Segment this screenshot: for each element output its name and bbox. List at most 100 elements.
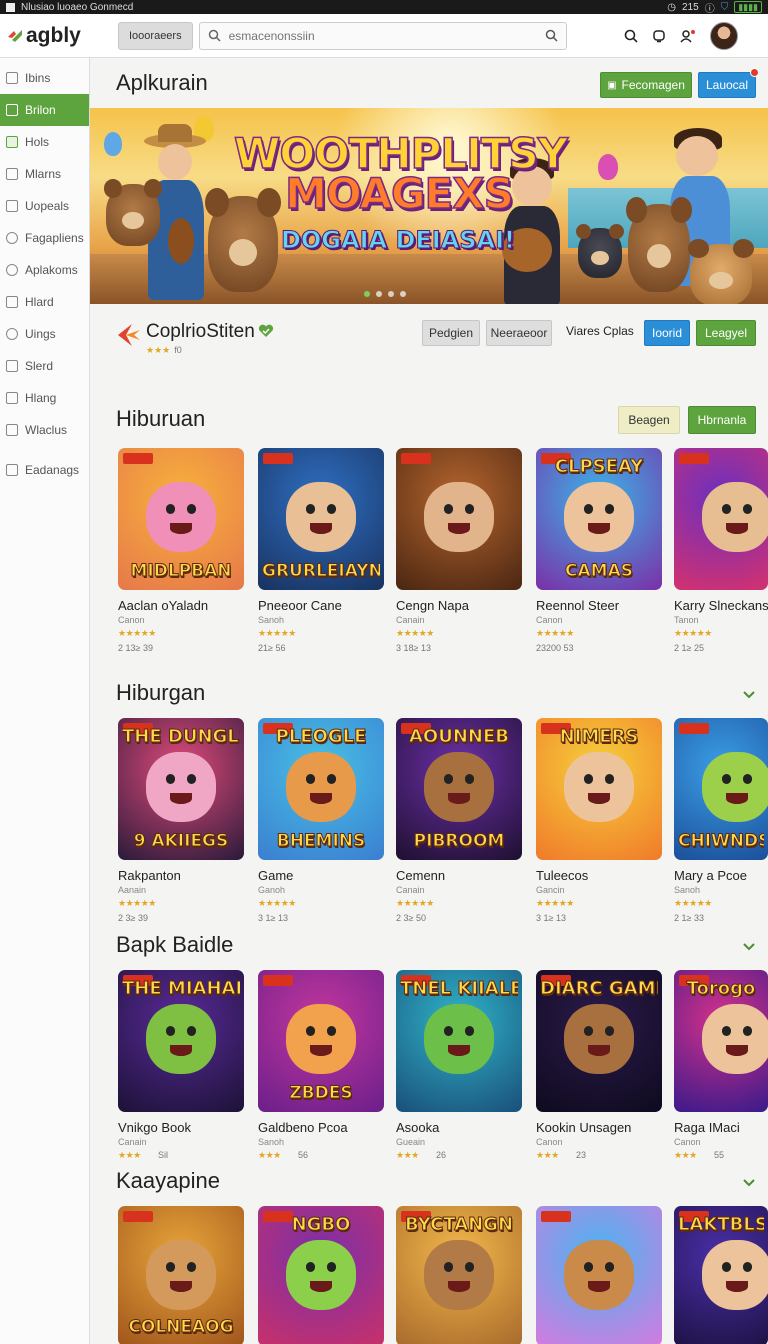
app-card[interactable]: GRURLEIAYN Pneeoor Cane Sanoh ★★★★★ 21≥ 56 <box>258 448 384 658</box>
view-link[interactable]: Viares Cplas <box>566 324 634 338</box>
app-thumbnail[interactable]: MIDLPBAN <box>118 448 244 590</box>
chevron-down-icon[interactable] <box>742 1178 756 1188</box>
sidebar-item-7[interactable]: Hlard <box>0 286 89 318</box>
app-card[interactable]: Torogo Raga IMaci Canon ★★★ 55 <box>674 970 768 1180</box>
sidebar-item-11[interactable]: Wlaclus <box>0 414 89 446</box>
chevron-down-icon[interactable] <box>742 690 756 700</box>
app-card[interactable]: NIMERS Tuleecos Gancin ★★★★★ 3 1≥ 13 <box>536 718 662 928</box>
app-thumbnail[interactable]: COLNEAOG <box>118 1206 244 1344</box>
search-input[interactable] <box>228 28 537 43</box>
sidebar-item-9[interactable]: Slerd <box>0 350 89 382</box>
sidebar-item-10[interactable]: Hlang <box>0 382 89 414</box>
app-thumbnail[interactable]: TNEL KIIALBAL <box>396 970 522 1112</box>
filter-button-1[interactable]: Pedgien <box>422 320 480 346</box>
developer-logo-icon[interactable] <box>114 320 144 350</box>
blue-button[interactable]: Ioorid <box>644 320 690 346</box>
app-card[interactable]: PLEOGLE BHEMINS Game Ganoh ★★★★★ 3 1≥ 13 <box>258 718 384 928</box>
app-card[interactable]: Karry Slneckans Tanon ★★★★★ 2 1≥ 25 <box>674 448 768 658</box>
sidebar-item-1[interactable]: Brilon <box>0 94 89 126</box>
app-category: Sanoh <box>258 615 285 625</box>
sidebar-item-5[interactable]: Fagapliens <box>0 222 89 254</box>
app-name[interactable]: Mary a Pcoe <box>674 868 747 883</box>
app-thumbnail[interactable]: BYCTANGN <box>396 1206 522 1344</box>
green-button[interactable]: Leagyel <box>696 320 756 346</box>
sidebar-item-12[interactable]: Eadanags <box>0 454 89 486</box>
app-name[interactable]: Cengn Napa <box>396 598 469 613</box>
primary-action-button[interactable]: ▣ Fecomagen <box>600 72 692 98</box>
app-name[interactable]: Rakpanton <box>118 868 181 883</box>
section-filter-button[interactable]: Beagen <box>618 406 680 434</box>
app-card[interactable]: NGBO <box>258 1206 384 1344</box>
app-thumbnail[interactable]: LAKTBLS <box>674 1206 768 1344</box>
section-more-button[interactable]: Hbrnanla <box>688 406 756 434</box>
app-card[interactable]: COLNEAOG <box>118 1206 244 1344</box>
character-mouth <box>447 792 471 804</box>
app-card[interactable]: THE DUNGLSN 9 AKIIEGS Rakpanton Aanain ★★★★★… <box>118 718 244 928</box>
app-card[interactable]: DIARC GAMES Kookin Unsagen Canon ★★★ 23 <box>536 970 662 1180</box>
app-name[interactable]: Raga IMaci <box>674 1120 740 1135</box>
app-thumbnail[interactable]: CLPSEAY CAMAS <box>536 448 662 590</box>
app-card[interactable]: BYCTANGN <box>396 1206 522 1344</box>
filter-button-2[interactable]: Neeraeoor <box>486 320 552 346</box>
user-add-icon[interactable] <box>680 29 696 43</box>
app-card[interactable]: LAKTBLS <box>674 1206 768 1344</box>
app-name[interactable]: Galdbeno Pcoa <box>258 1120 348 1135</box>
search-icon[interactable] <box>624 29 638 43</box>
developer-name[interactable]: CoplrioStiten <box>146 321 255 343</box>
sidebar-item-8[interactable]: Uings <box>0 318 89 350</box>
app-thumbnail[interactable]: ZBDES <box>258 970 384 1112</box>
sidebar-item-3[interactable]: Mlarns <box>0 158 89 190</box>
app-name[interactable]: Asooka <box>396 1120 439 1135</box>
app-thumbnail[interactable]: THE DUNGLSN 9 AKIIEGS <box>118 718 244 860</box>
sidebar-item-0[interactable]: Ibins <box>0 62 89 94</box>
chevron-down-icon[interactable] <box>742 942 756 952</box>
avatar[interactable] <box>710 21 738 50</box>
app-card[interactable] <box>536 1206 662 1344</box>
app-name[interactable]: Karry Slneckans <box>674 598 768 613</box>
app-card[interactable]: MIDLPBAN Aaclan oYaladn Canon ★★★★★ 2 13≥ 39 <box>118 448 244 658</box>
app-thumbnail[interactable]: NIMERS <box>536 718 662 860</box>
app-name[interactable]: Game <box>258 868 293 883</box>
app-thumbnail[interactable]: CHIWNDS <box>674 718 768 860</box>
app-name[interactable]: Reennol Steer <box>536 598 619 613</box>
app-thumbnail[interactable] <box>674 448 768 590</box>
app-card[interactable]: CLPSEAY CAMAS Reennol Steer Canon ★★★★★ 23200… <box>536 448 662 658</box>
app-thumbnail[interactable]: DIARC GAMES <box>536 970 662 1112</box>
app-logo[interactable]: agbly <box>0 24 112 48</box>
hero-banner[interactable]: WOOTHPLITSY MOAGEXS DOGAIA DEIASAI! <box>90 108 768 304</box>
app-thumbnail[interactable]: GRURLEIAYN <box>258 448 384 590</box>
app-thumbnail[interactable]: THE MIAHALON <box>118 970 244 1112</box>
chat-icon[interactable] <box>652 29 666 43</box>
app-thumbnail[interactable] <box>536 1206 662 1344</box>
app-name[interactable]: Pneeoor Cane <box>258 598 342 613</box>
app-card[interactable]: TNEL KIIALBAL Asooka Gueain ★★★ 26 <box>396 970 522 1180</box>
character-eye <box>742 1026 753 1037</box>
app-thumbnail[interactable] <box>396 448 522 590</box>
carousel-dot[interactable] <box>364 291 370 297</box>
app-name[interactable]: Vnikgo Book <box>118 1120 191 1135</box>
search-submit-icon[interactable] <box>545 29 558 42</box>
carousel-dot[interactable] <box>400 291 406 297</box>
app-rating-stars: ★★★ <box>674 1150 697 1160</box>
app-thumbnail[interactable]: AOUNNEB PIBROOM <box>396 718 522 860</box>
app-name[interactable]: Tuleecos <box>536 868 588 883</box>
app-name[interactable]: Kookin Unsagen <box>536 1120 631 1135</box>
secondary-action-button[interactable]: Lauocal <box>698 68 759 98</box>
sidebar-item-6[interactable]: Aplakoms <box>0 254 89 286</box>
carousel-dot[interactable] <box>376 291 382 297</box>
search-box[interactable] <box>198 21 567 50</box>
app-card[interactable]: Cengn Napa Canain ★★★★★ 3 18≥ 13 <box>396 448 522 658</box>
carousel-dot[interactable] <box>388 291 394 297</box>
app-thumbnail[interactable]: Torogo <box>674 970 768 1112</box>
app-card[interactable]: CHIWNDS Mary a Pcoe Sanoh ★★★★★ 2 1≥ 33 <box>674 718 768 928</box>
app-name[interactable]: Cemenn <box>396 868 445 883</box>
category-chip[interactable]: Ioooraeers <box>118 21 193 50</box>
app-card[interactable]: AOUNNEB PIBROOM Cemenn Canain ★★★★★ 2 3≥ 50 <box>396 718 522 928</box>
sidebar-item-4[interactable]: Uopeals <box>0 190 89 222</box>
app-card[interactable]: THE MIAHALON Vnikgo Book Canain ★★★ Sil <box>118 970 244 1180</box>
app-thumbnail[interactable]: PLEOGLE BHEMINS <box>258 718 384 860</box>
app-card[interactable]: ZBDES Galdbeno Pcoa Sanoh ★★★ 56 <box>258 970 384 1180</box>
sidebar-item-2[interactable]: Hols <box>0 126 89 158</box>
app-thumbnail[interactable]: NGBO <box>258 1206 384 1344</box>
app-name[interactable]: Aaclan oYaladn <box>118 598 208 613</box>
